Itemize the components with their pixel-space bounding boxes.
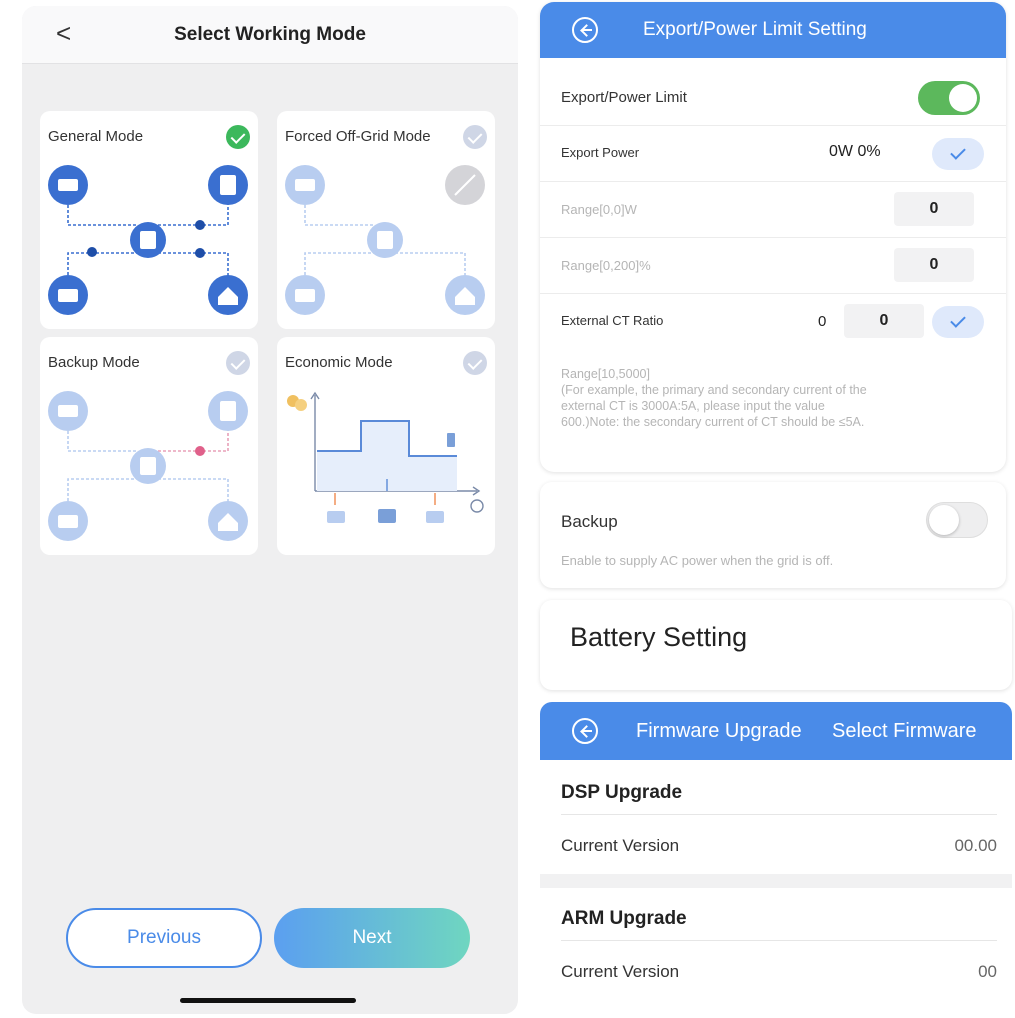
mode-title: Economic Mode <box>285 354 393 371</box>
mode-card-general[interactable]: General Mode <box>40 111 258 329</box>
backup-panel: Backup Enable to supply AC power when th… <box>540 482 1006 588</box>
mode-card-economic[interactable]: Economic Mode <box>277 337 495 555</box>
export-limit-label: Export/Power Limit <box>561 89 687 106</box>
arm-upgrade-section: ARM Upgrade Current Version 00 <box>540 888 1012 1014</box>
export-limit-header: Export/Power Limit Setting <box>540 2 1006 58</box>
general-mode-diagram <box>48 165 248 315</box>
version-label: Current Version <box>561 836 680 855</box>
backup-description: Enable to supply AC power when the grid … <box>561 553 834 568</box>
previous-button[interactable]: Previous <box>66 908 262 968</box>
mode-card-forced-off-grid[interactable]: Forced Off-Grid Mode <box>277 111 495 329</box>
ct-ratio-current: 0 <box>818 313 827 330</box>
range-w-row: Range[0,0]W 0 <box>540 182 1006 238</box>
range-percent-row: Range[0,200]% 0 <box>540 238 1006 294</box>
version-value: 00 <box>978 962 997 981</box>
ct-ratio-note: Range[10,5000] (For example, the primary… <box>561 366 991 430</box>
ct-ratio-input[interactable]: 0 <box>844 304 924 338</box>
firmware-upgrade-panel: Firmware Upgrade Select Firmware DSP Upg… <box>540 702 1012 1014</box>
unselected-check-icon <box>226 351 250 375</box>
select-firmware-link[interactable]: Select Firmware <box>832 720 976 743</box>
confirm-ct-ratio-button[interactable] <box>932 306 984 338</box>
version-value: 00.00 <box>954 836 997 855</box>
back-circle-icon[interactable] <box>572 17 598 43</box>
firmware-title: Firmware Upgrade <box>636 720 802 742</box>
mode-card-backup[interactable]: Backup Mode <box>40 337 258 555</box>
divider <box>561 814 997 815</box>
back-circle-icon[interactable] <box>572 718 598 744</box>
range-percent-input[interactable]: 0 <box>894 248 974 282</box>
export-power-row: Export Power 0W 0% <box>540 126 1006 182</box>
backup-mode-diagram <box>48 391 248 541</box>
note-line: (For example, the primary and secondary … <box>561 383 867 397</box>
backup-toggle[interactable] <box>926 502 988 538</box>
export-power-value: 0W 0% <box>829 143 881 160</box>
version-label: Current Version <box>561 962 680 981</box>
mode-title: Backup Mode <box>48 354 140 371</box>
note-line: 600.)Note: the secondary current of CT s… <box>561 415 865 429</box>
page-title: Select Working Mode <box>174 24 366 45</box>
range-w-input[interactable]: 0 <box>894 192 974 226</box>
select-working-mode-screen: < Select Working Mode General Mode Force… <box>22 6 518 1014</box>
note-line: external CT is 3000A:5A, please input th… <box>561 399 825 413</box>
dsp-upgrade-title: DSP Upgrade <box>561 782 683 803</box>
home-indicator <box>180 998 356 1003</box>
dsp-upgrade-section: DSP Upgrade Current Version 00.00 <box>540 760 1012 874</box>
divider <box>561 940 997 941</box>
export-limit-toggle[interactable] <box>918 81 980 115</box>
header-bar: < Select Working Mode <box>22 6 518 64</box>
forced-off-grid-diagram <box>285 165 485 315</box>
export-power-limit-panel: Export/Power Limit Setting Export/Power … <box>540 2 1006 472</box>
ct-ratio-label: External CT Ratio <box>561 313 664 328</box>
confirm-export-power-button[interactable] <box>932 138 984 170</box>
unselected-check-icon <box>463 125 487 149</box>
unselected-check-icon <box>463 351 487 375</box>
firmware-header: Firmware Upgrade Select Firmware <box>540 702 1012 760</box>
arm-upgrade-title: ARM Upgrade <box>561 908 687 929</box>
battery-setting-panel[interactable]: Battery Setting <box>540 600 1012 690</box>
backup-label: Backup <box>561 512 618 531</box>
page-title: Export/Power Limit Setting <box>643 19 867 40</box>
range-percent-label: Range[0,200]% <box>561 258 651 273</box>
economic-mode-chart <box>287 391 484 523</box>
range-w-label: Range[0,0]W <box>561 202 637 217</box>
note-line: Range[10,5000] <box>561 367 650 381</box>
mode-title: Forced Off-Grid Mode <box>285 128 431 145</box>
export-power-label: Export Power <box>561 145 640 160</box>
ct-ratio-row: External CT Ratio 0 0 <box>540 294 1006 350</box>
selected-check-icon <box>226 125 250 149</box>
next-button[interactable]: Next <box>274 908 470 968</box>
export-limit-toggle-row: Export/Power Limit <box>540 70 1006 126</box>
mode-title: General Mode <box>48 128 144 145</box>
battery-setting-title: Battery Setting <box>570 622 748 652</box>
